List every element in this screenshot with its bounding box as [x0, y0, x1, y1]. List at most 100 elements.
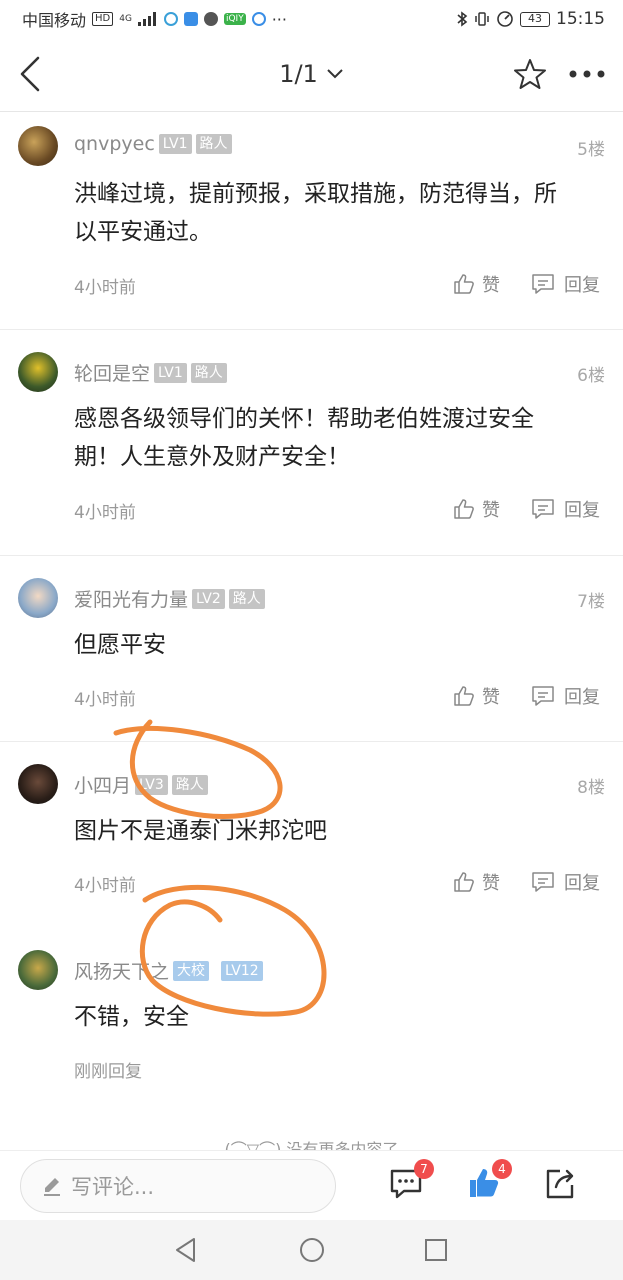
comment-user-row: 风扬天下之 大校 LV12 [74, 957, 263, 984]
own-reply-item: 风扬天下之 大校 LV12 不错，安全 刚刚回复 [0, 928, 623, 1128]
comment-user-row: qnvpyec LV1 路人 [74, 133, 232, 155]
level-badge: LV12 [221, 960, 263, 981]
share-icon [546, 1169, 574, 1199]
like-button[interactable]: 赞 [452, 496, 500, 522]
title-badge: 大校 [173, 960, 210, 981]
thumbs-up-icon [454, 274, 474, 294]
comment-text: 洪峰过境，提前预报，采取措施，防范得当，所以平安通过。 [74, 181, 557, 245]
avatar[interactable] [18, 578, 58, 618]
comment-user-row: 轮回是空 LV1 路人 [74, 359, 227, 386]
reply-label: 回复 [564, 500, 600, 521]
username[interactable]: 爱阳光有力量 [74, 585, 188, 612]
floor-label: 6楼 [577, 366, 605, 386]
reply-label: 回复 [564, 275, 600, 296]
reply-button[interactable]: 回复 [530, 683, 600, 709]
comment-item: 轮回是空 LV1 路人 6楼 感恩各级领导们的关怀！帮助老伯姓渡过安全期！人生意… [0, 330, 623, 556]
vibrate-icon [475, 12, 489, 26]
reply-label: 回复 [564, 687, 600, 708]
comment-time: 4小时前 [74, 690, 136, 710]
like-label: 赞 [482, 873, 500, 894]
reply-bubble-icon [532, 872, 554, 892]
comment-text: 图片不是通泰门米邦沱吧 [74, 818, 327, 844]
network-label: 4G [119, 13, 132, 24]
page-indicator-label: 1/1 [279, 60, 318, 88]
like-post-button[interactable]: 4 [466, 1159, 512, 1205]
comment-time: 刚刚回复 [74, 1062, 142, 1082]
comment-item: 爱阳光有力量 LV2 路人 7楼 但愿平安 4小时前 赞 回复 [0, 556, 623, 742]
comment-time: 4小时前 [74, 278, 136, 298]
nav-back-icon[interactable] [172, 1236, 200, 1264]
role-badge: 路人 [195, 134, 232, 154]
thumbs-up-icon [454, 499, 474, 519]
star-icon[interactable] [512, 56, 548, 92]
message-app-icon [203, 12, 218, 26]
comment-count-badge: 7 [414, 1159, 434, 1179]
reply-button[interactable]: 回复 [530, 496, 600, 522]
username[interactable]: 风扬天下之 [74, 957, 169, 984]
nav-recents-icon[interactable] [422, 1236, 450, 1264]
avatar[interactable] [18, 126, 58, 166]
bottom-action-bar: 写评论... 7 4 [0, 1150, 623, 1220]
like-label: 赞 [482, 687, 500, 708]
avatar[interactable] [18, 764, 58, 804]
signal-icon [137, 12, 158, 26]
username[interactable]: 轮回是空 [74, 359, 150, 386]
comment-input-placeholder: 写评论... [71, 1175, 155, 1199]
floor-label: 5楼 [577, 140, 605, 160]
hd-badge: HD [92, 12, 114, 26]
reply-button[interactable]: 回复 [530, 869, 600, 895]
chat-app-icon [163, 12, 178, 26]
avatar[interactable] [18, 950, 58, 990]
comment-time: 4小时前 [74, 876, 136, 896]
like-count-badge: 4 [492, 1159, 512, 1179]
username[interactable]: 小四月 [74, 771, 131, 798]
send-app-icon [183, 12, 198, 26]
level-badge: LV2 [192, 588, 225, 609]
nav-home-icon[interactable] [298, 1236, 326, 1264]
like-label: 赞 [482, 275, 500, 296]
comment-text: 但愿平安 [74, 632, 166, 658]
thumbs-up-icon [454, 872, 474, 892]
comment-item: qnvpyec LV1 路人 5楼 洪峰过境，提前预报，采取措施，防范得当，所以… [0, 113, 623, 330]
reply-label: 回复 [564, 873, 600, 894]
system-nav-bar [0, 1220, 623, 1280]
comment-text: 感恩各级领导们的关怀！帮助老伯姓渡过安全期！人生意外及财产安全！ [74, 406, 534, 470]
video-app-icon: iQIY [223, 13, 246, 25]
comment-input[interactable]: 写评论... [20, 1159, 336, 1213]
like-button[interactable]: 赞 [452, 683, 500, 709]
reply-button[interactable]: 回复 [530, 271, 600, 297]
browser-app-icon [251, 12, 266, 26]
reply-bubble-icon [532, 686, 554, 706]
pencil-icon [44, 1178, 60, 1196]
reply-bubble-icon [532, 274, 554, 294]
like-label: 赞 [482, 500, 500, 521]
role-badge: 路人 [171, 774, 208, 795]
comments-button[interactable]: 7 [388, 1159, 434, 1205]
level-badge: LV1 [158, 134, 192, 154]
username[interactable]: qnvpyec [74, 133, 155, 155]
more-notifications-icon: ··· [271, 9, 287, 29]
like-button[interactable]: 赞 [452, 271, 500, 297]
reply-bubble-icon [532, 499, 554, 519]
role-badge: 路人 [190, 362, 227, 383]
comment-text: 不错，安全 [74, 1004, 189, 1030]
speed-icon [497, 11, 513, 27]
comment-time: 4小时前 [74, 503, 136, 523]
like-button[interactable]: 赞 [452, 869, 500, 895]
top-header: 1/1 [0, 38, 623, 112]
battery-icon: 43 [520, 11, 550, 27]
bluetooth-icon [457, 11, 468, 27]
clock: 15:15 [556, 9, 605, 29]
comment-user-row: 爱阳光有力量 LV2 路人 [74, 585, 265, 612]
status-bar: 中国移动 HD 4G iQIY ··· 43 15:15 [0, 0, 623, 38]
floor-label: 8楼 [577, 778, 605, 798]
comment-user-row: 小四月 LV3 路人 [74, 771, 208, 798]
carrier-label: 中国移动 [22, 11, 87, 30]
comment-item: 小四月 LV3 路人 8楼 图片不是通泰门米邦沱吧 4小时前 赞 回复 [0, 742, 623, 928]
share-button[interactable] [542, 1165, 582, 1205]
more-options-icon[interactable] [568, 68, 606, 80]
thumbs-up-icon [454, 686, 474, 706]
floor-label: 7楼 [577, 592, 605, 612]
chevron-down-icon [327, 69, 343, 79]
avatar[interactable] [18, 352, 58, 392]
